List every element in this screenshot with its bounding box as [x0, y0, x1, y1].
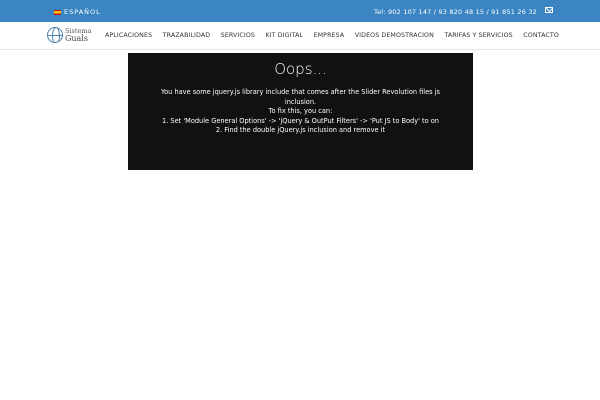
menu-item-tarifas[interactable]: TARIFAS Y SERVICIOS — [444, 32, 512, 39]
language-selector[interactable]: ESPAÑOL — [54, 8, 101, 16]
menu-item-videos[interactable]: VIDEOS DEMOSTRACION — [355, 32, 434, 39]
spain-flag-icon — [54, 9, 61, 15]
mail-icon[interactable] — [545, 7, 553, 13]
slider-error-panel: Oops... You have some jquery.js library … — [128, 53, 473, 170]
error-message: You have some jquery.js library include … — [128, 88, 473, 136]
error-line: To fix this, you can: — [268, 107, 333, 115]
site-logo[interactable]: Sistema Guals — [47, 27, 91, 43]
menu-item-contacto[interactable]: CONTACTO — [523, 32, 559, 39]
main-navbar: Sistema Guals APLICACIONES TRAZABILIDAD … — [0, 22, 600, 50]
logo-line2: Guals — [65, 34, 88, 43]
main-menu: APLICACIONES TRAZABILIDAD SERVICIOS KIT … — [105, 32, 569, 39]
menu-item-empresa[interactable]: EMPRESA — [314, 32, 345, 39]
menu-item-kit-digital[interactable]: KIT DIGITAL — [266, 32, 304, 39]
chevron-down-icon[interactable]: · — [115, 8, 117, 14]
menu-item-aplicaciones[interactable]: APLICACIONES — [105, 32, 152, 39]
top-bar: ESPAÑOL · Tel: 902 107 147 / 93 820 48 1… — [0, 0, 600, 22]
language-label: ESPAÑOL — [64, 8, 101, 16]
error-title: Oops... — [274, 60, 327, 78]
error-line: inclusion. — [284, 97, 317, 106]
error-line: You have some jquery.js library include … — [161, 88, 440, 96]
error-line: 1. Set 'Module General Options' -> 'jQue… — [162, 116, 439, 125]
logo-text: Sistema Guals — [65, 28, 91, 43]
error-line: 2. Find the double jQuery.js inclusion a… — [215, 126, 386, 134]
phone-numbers: Tel: 902 107 147 / 93 820 48 15 / 91 851… — [374, 8, 537, 16]
menu-item-trazabilidad[interactable]: TRAZABILIDAD — [163, 32, 211, 39]
globe-icon — [47, 27, 63, 43]
menu-item-servicios[interactable]: SERVICIOS — [221, 32, 255, 39]
